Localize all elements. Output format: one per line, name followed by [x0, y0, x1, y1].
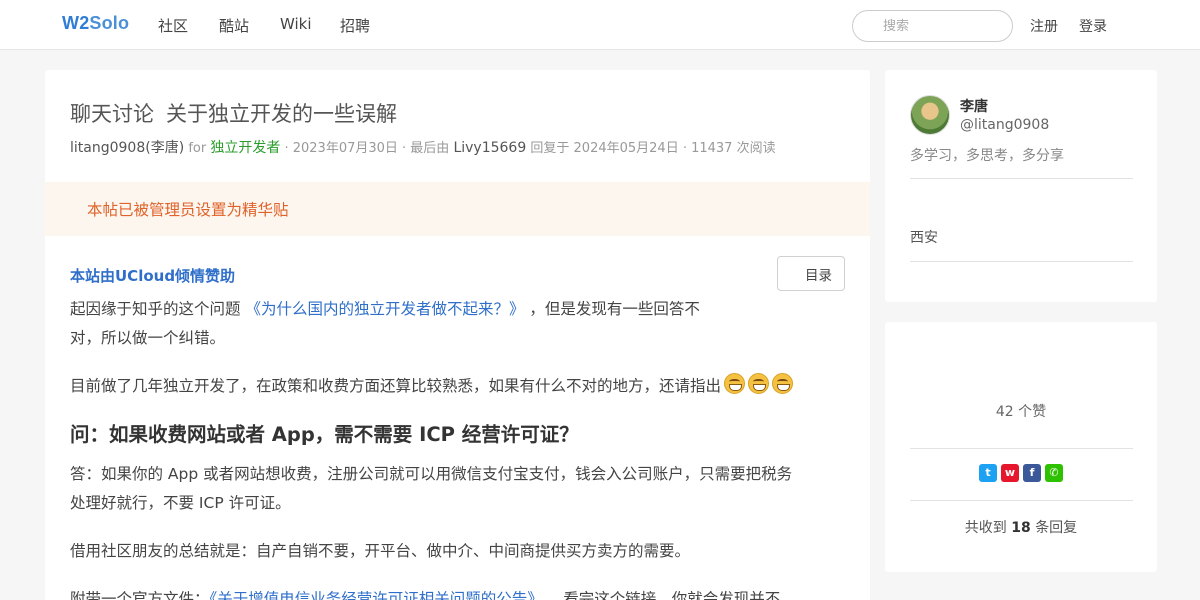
p1-text: 起因缘于知乎的这个问题	[70, 300, 246, 318]
paragraph-answer: 答：如果你的 App 或者网站想收费，注册公司就可以用微信支付宝支付，钱会入公司…	[70, 460, 792, 518]
site-logo[interactable]: W2Solo	[62, 13, 129, 34]
wechat-icon[interactable]: ✆	[1045, 464, 1063, 482]
replies-suffix: 条回复	[1035, 520, 1078, 536]
meta-reply-info: 回复于 2024年05月24日 · 11437 次阅读	[530, 141, 776, 156]
nav-item-community[interactable]: 社区	[158, 15, 188, 36]
zhihu-question-link[interactable]: 《为什么国内的独立开发者做不起来？》	[245, 300, 524, 318]
author-location: 西安	[910, 230, 938, 246]
paragraph-official-doc: 附带一个官方文件：《关于增值电信业务经营许可证相关问题的公告》 ，看完这个链接，…	[70, 585, 780, 600]
share-buttons: t w f ✆	[885, 464, 1157, 482]
meta-date: · 2023年07月30日 · 最后由	[284, 141, 450, 156]
emoji-grin-icon	[748, 373, 770, 394]
register-link[interactable]: 注册	[1030, 16, 1058, 36]
paragraph-summary: 借用社区朋友的总结就是：自产自销不要，开平台、做中介、中间商提供买方卖方的需要。	[70, 542, 691, 560]
meta-for-word: for	[188, 141, 207, 156]
p3-line2: 处理好就行，不要 ICP 许可证。	[70, 494, 291, 512]
question-heading: 问：如果收费网站或者 App，需不需要 ICP 经营许可证？	[70, 423, 579, 446]
logo-text-w2: W2	[62, 13, 90, 33]
facebook-icon[interactable]: f	[1023, 464, 1041, 482]
nav-item-cool-sites[interactable]: 酷站	[219, 15, 249, 36]
author-handle: @litang0908	[960, 117, 1050, 133]
p1-line2: 对，所以做一个纠错。	[70, 329, 226, 347]
post-meta: litang0908(李唐) for 独立开发者 · 2023年07月30日 ·…	[70, 137, 776, 157]
paragraph-intro: 起因缘于知乎的这个问题 《为什么国内的独立开发者做不起来？》 ，但是发现有一些回…	[70, 295, 700, 353]
author-link[interactable]: litang0908(李唐)	[70, 140, 184, 156]
last-replier-link[interactable]: Livy15669	[453, 140, 526, 156]
replies-prefix: 共收到	[964, 520, 1007, 536]
replies-count: 18	[1011, 520, 1031, 536]
featured-notice: 本帖已被管理员设置为精华贴	[45, 182, 870, 236]
post-category[interactable]: 聊天讨论	[70, 102, 154, 126]
search-input[interactable]	[852, 10, 1013, 42]
nav-item-jobs[interactable]: 招聘	[340, 15, 370, 36]
p2-text: 目前做了几年独立开发了，在政策和收费方面还算比较熟悉，如果有什么不对的地方，还请…	[70, 377, 722, 395]
replies-summary: 共收到 18 条回复	[885, 517, 1157, 537]
likes-count[interactable]: 42 个赞	[885, 401, 1157, 421]
divider	[910, 178, 1133, 179]
p1-text-after: ，但是发现有一些回答不	[524, 300, 700, 318]
node-link[interactable]: 独立开发者	[210, 140, 280, 156]
post-card: 聊天讨论 关于独立开发的一些误解 litang0908(李唐) for 独立开发者…	[45, 70, 870, 600]
p5-text: 附带一个官方文件：	[70, 590, 210, 600]
toc-button[interactable]: 目录	[777, 256, 845, 291]
post-title-text: 关于独立开发的一些误解	[166, 102, 397, 126]
avatar[interactable]	[910, 95, 950, 135]
logo-text-solo: Solo	[89, 13, 130, 33]
author-card: 李唐 @litang0908 多学习，多思考，多分享 西安	[885, 70, 1157, 302]
login-link[interactable]: 登录	[1079, 16, 1107, 36]
divider	[910, 500, 1133, 501]
author-bio: 多学习，多思考，多分享	[910, 148, 1064, 164]
actions-card: 42 个赞 t w f ✆ 共收到 18 条回复	[885, 322, 1157, 572]
nav-item-wiki[interactable]: Wiki	[280, 15, 312, 33]
divider	[910, 448, 1133, 449]
post-title: 聊天讨论 关于独立开发的一些误解	[70, 98, 397, 128]
twitter-icon[interactable]: t	[979, 464, 997, 482]
p5-text-after: ，看完这个链接，你就会发现并不	[542, 590, 781, 600]
top-navbar: W2Solo 社区 酷站 Wiki 招聘 注册 登录	[0, 0, 1200, 50]
paragraph-experience: 目前做了几年独立开发了，在政策和收费方面还算比较熟悉，如果有什么不对的地方，还请…	[70, 372, 794, 401]
official-doc-link[interactable]: 《关于增值电信业务经营许可证相关问题的公告》	[210, 590, 543, 600]
sponsor-link[interactable]: 本站由UCloud倾情赞助	[70, 265, 235, 286]
p3-line1: 答：如果你的 App 或者网站想收费，注册公司就可以用微信支付宝支付，钱会入公司…	[70, 465, 793, 483]
divider	[910, 261, 1133, 262]
author-name[interactable]: 李唐	[960, 96, 988, 116]
weibo-icon[interactable]: w	[1001, 464, 1019, 482]
emoji-grin-icon	[724, 373, 746, 394]
emoji-grin-icon	[772, 373, 794, 394]
